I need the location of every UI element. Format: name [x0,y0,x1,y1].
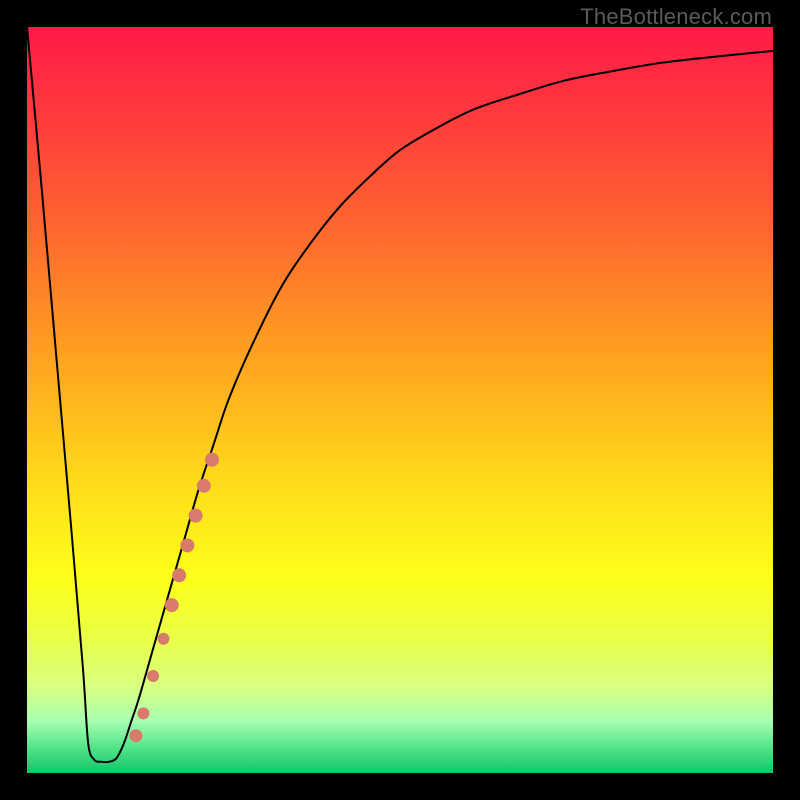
marker-dot [147,670,159,682]
marker-dot [197,479,211,493]
marker-dot [158,633,170,645]
watermark-text: TheBottleneck.com [580,4,772,30]
marker-dot [172,568,186,582]
marker-dot [180,538,194,552]
marker-dot [205,453,219,467]
marker-dot [129,729,142,742]
chart-frame: TheBottleneck.com [0,0,800,800]
marker-dot [189,509,203,523]
gradient-background [27,27,773,773]
plot-area [27,27,773,773]
marker-dot [165,598,179,612]
chart-svg [27,27,773,773]
marker-dot [137,707,149,719]
